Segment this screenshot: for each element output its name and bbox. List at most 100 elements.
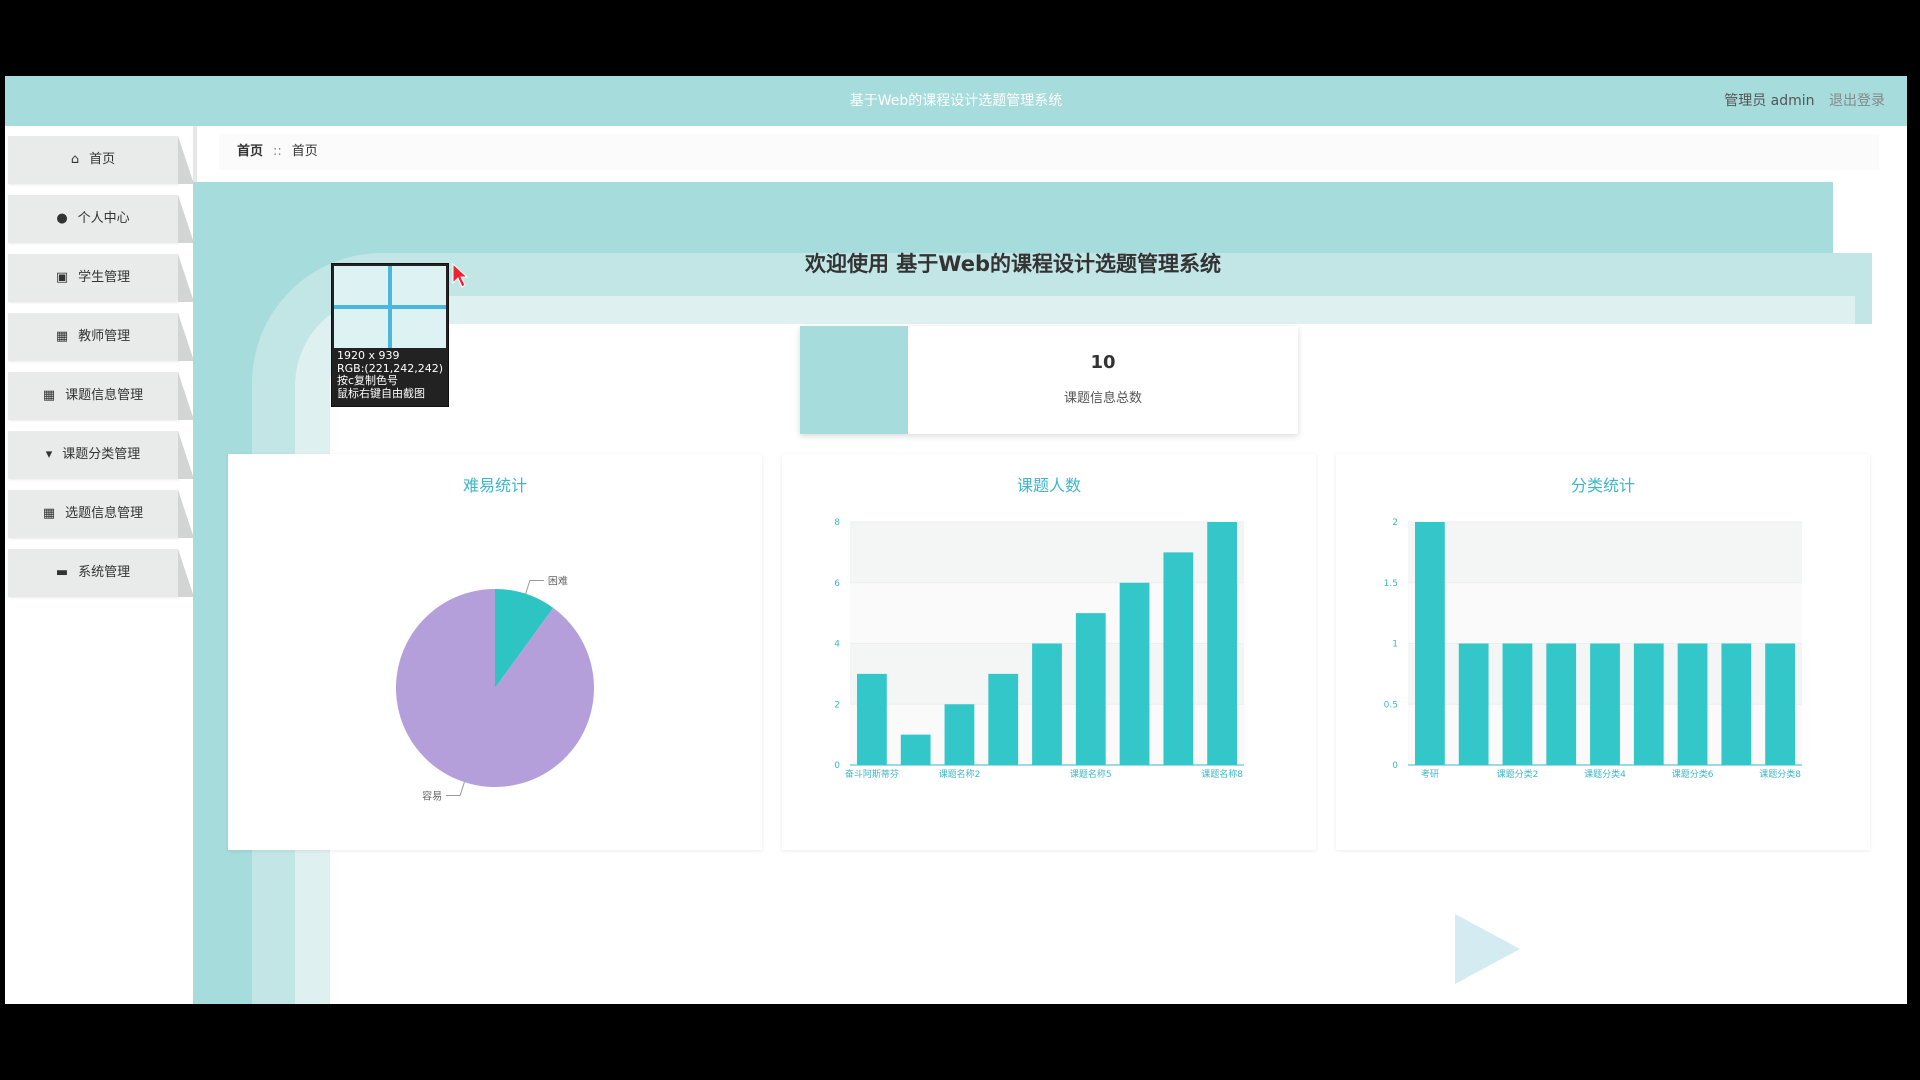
breadcrumb: 首页:: 首页 xyxy=(219,134,1879,170)
screenshot-magnifier: 1920 x 939 RGB:(221,242,242) 按c复制色号 鼠标右键自由截… xyxy=(331,263,449,407)
magnifier-zoom xyxy=(334,266,446,348)
bar xyxy=(988,673,1019,765)
x-tick-label: 课题分类8 xyxy=(1759,768,1801,780)
clipboard-icon: ▣ xyxy=(55,270,69,285)
pie-label: 容易 xyxy=(422,789,442,802)
pie-label: 困难 xyxy=(548,576,568,588)
magnifier-hint-copy: 按c复制色号 xyxy=(337,374,399,387)
y-tick-label: 1.5 xyxy=(1384,579,1398,589)
sidebar-item-system[interactable]: ▬ 系统管理 xyxy=(8,549,194,597)
sidebar-item-topic-category[interactable]: ▾ 课题分类管理 xyxy=(8,431,194,479)
app-window: 基于Web的课程设计选题管理系统 管理员 admin 退出登录 ⌂ 首页 ● 个人中… xyxy=(5,76,1907,1004)
grid-icon: ▦ xyxy=(55,329,69,344)
user-icon: ● xyxy=(56,211,68,226)
sidebar-item-label: 首页 xyxy=(89,152,116,167)
bar xyxy=(944,704,975,765)
x-tick-label: 课题分类4 xyxy=(1584,768,1626,780)
y-tick-label: 0.5 xyxy=(1384,700,1398,710)
y-tick-label: 2 xyxy=(834,700,840,710)
x-tick-label: 课题分类2 xyxy=(1497,768,1539,780)
bar xyxy=(1765,643,1795,765)
y-tick-label: 2 xyxy=(1392,518,1398,528)
bar xyxy=(1207,522,1237,765)
play-watermark-icon xyxy=(1455,914,1520,984)
breadcrumb-separator: :: xyxy=(273,144,282,159)
menu-tab-decoration xyxy=(178,372,194,420)
grid-icon: ▦ xyxy=(42,388,56,403)
x-tick-label: 奋斗阿斯蒂芬 xyxy=(845,768,899,780)
bar-chart: 0 2 4 6 8 奋斗阿斯蒂芬 课题名称2 课题名称5 课题名称8 xyxy=(834,518,1244,780)
bar-chart: 0 0.5 1 1.5 2 考研 课题分类2 课题分类4 课题分类6 课题分类8 xyxy=(1384,518,1802,780)
stat-card: 10 课题信息总数 xyxy=(800,326,1298,434)
breadcrumb-current: 首页 xyxy=(291,144,318,159)
logout-link[interactable]: 退出登录 xyxy=(1829,93,1885,109)
home-icon: ⌂ xyxy=(70,152,80,167)
pie-label-line xyxy=(525,580,544,594)
y-tick-label: 4 xyxy=(834,640,840,650)
breadcrumb-root[interactable]: 首页 xyxy=(237,144,263,159)
app-title: 基于Web的课程设计选题管理系统 xyxy=(849,93,1063,109)
user-label: 管理员 admin xyxy=(1724,93,1815,109)
y-tick-label: 6 xyxy=(834,579,840,589)
sidebar-item-label: 学生管理 xyxy=(78,270,131,285)
sidebar-item-profile[interactable]: ● 个人中心 xyxy=(8,195,194,243)
bar xyxy=(1633,643,1664,765)
magnifier-hint-capture: 鼠标右键自由截图 xyxy=(337,386,425,400)
pie-slice xyxy=(396,589,594,787)
sidebar-item-label: 课题分类管理 xyxy=(62,447,141,462)
menu-tab-decoration xyxy=(178,490,194,538)
stat-label: 课题信息总数 xyxy=(1063,391,1142,406)
y-tick-label: 0 xyxy=(1392,761,1398,771)
sidebar-item-topic-info[interactable]: ▦ 课题信息管理 xyxy=(8,372,194,420)
bar xyxy=(1458,643,1489,765)
user-area: 管理员 admin 退出登录 xyxy=(1714,76,1885,126)
top-bar: 基于Web的课程设计选题管理系统 管理员 admin 退出登录 xyxy=(5,76,1907,126)
bar xyxy=(857,673,887,765)
sidebar-item-label: 个人中心 xyxy=(77,211,130,226)
stat-card-accent xyxy=(800,326,908,434)
sidebar-item-home[interactable]: ⌂ 首页 xyxy=(8,136,194,184)
plot-band xyxy=(1408,582,1802,644)
menu-tab-decoration xyxy=(178,254,194,302)
bar xyxy=(1546,643,1577,765)
bar xyxy=(1163,552,1194,765)
bar xyxy=(1415,522,1445,765)
sidebar-item-selection-info[interactable]: ▦ 选题信息管理 xyxy=(8,490,194,538)
bar xyxy=(1502,643,1533,765)
menu-tab-decoration xyxy=(178,313,194,361)
pie-label-line xyxy=(446,782,465,796)
magnifier-info: 1920 x 939 RGB:(221,242,242) 按c复制色号 鼠标右键自由截… xyxy=(337,349,443,400)
board-icon: ▾ xyxy=(45,447,53,462)
bar xyxy=(1119,582,1150,765)
chart-card-category: 分类统计 0 0.5 1 1.5 2 考研 课题分类2 课题分类4 课题分类6 课题分类8 xyxy=(1336,454,1870,850)
bar xyxy=(1721,643,1752,765)
menu-tab-decoration xyxy=(178,549,194,597)
chart-card-topic-count: 课题人数 0 2 4 6 8 奋斗阿斯蒂芬 课题名称2 课题名称5 课题名称8 xyxy=(782,454,1316,850)
pie-chart: 困难容易 xyxy=(396,576,594,802)
menu-tab-decoration xyxy=(178,431,194,479)
plot-band xyxy=(1408,522,1802,583)
mouse-cursor-icon xyxy=(452,263,468,288)
x-tick-label: 课题名称8 xyxy=(1201,768,1243,780)
sidebar-item-students[interactable]: ▣ 学生管理 xyxy=(8,254,194,302)
x-tick-label: 课题分类6 xyxy=(1672,768,1714,780)
y-tick-label: 0 xyxy=(834,761,840,771)
bar xyxy=(1075,613,1106,765)
x-tick-label: 课题名称2 xyxy=(939,768,981,780)
bar xyxy=(900,734,931,765)
sidebar-item-label: 选题信息管理 xyxy=(65,506,144,521)
chat-icon: ▬ xyxy=(55,565,69,580)
bar xyxy=(1032,643,1062,765)
menu-tab-decoration xyxy=(178,195,194,243)
y-tick-label: 1 xyxy=(1392,640,1398,650)
magnifier-size: 1920 x 939 xyxy=(337,349,400,362)
sidebar-item-teachers[interactable]: ▦ 教师管理 xyxy=(8,313,194,361)
sidebar-item-label: 教师管理 xyxy=(78,329,131,344)
bar xyxy=(1590,643,1620,765)
y-tick-label: 8 xyxy=(834,518,840,528)
grid-icon: ▦ xyxy=(42,506,56,521)
x-tick-label: 课题名称5 xyxy=(1070,768,1112,780)
x-tick-label: 考研 xyxy=(1421,769,1439,780)
menu-tab-decoration xyxy=(178,136,194,184)
chart-card-difficulty: 难易统计 困难 容易 xyxy=(228,454,762,850)
